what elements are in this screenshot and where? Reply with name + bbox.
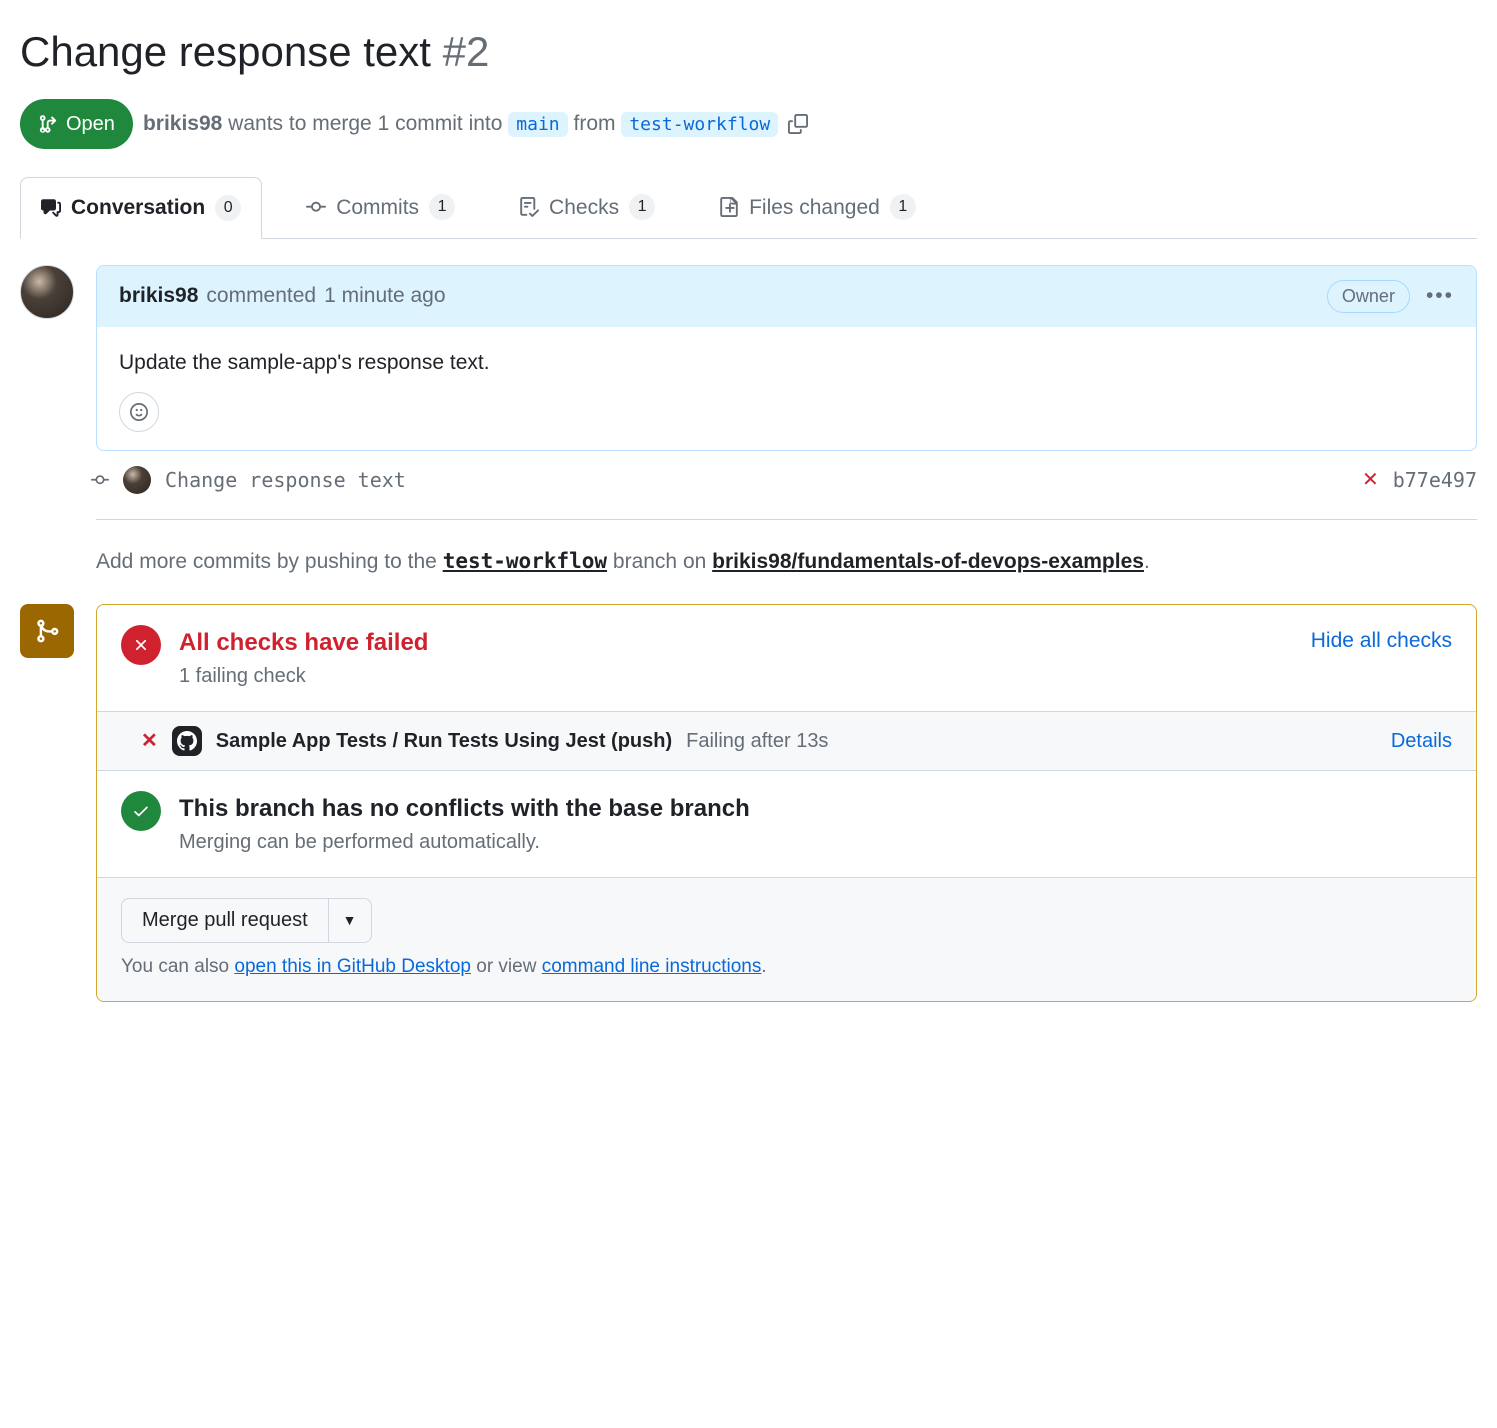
kebab-icon[interactable]: ••• (1426, 280, 1454, 312)
tab-files-changed[interactable]: Files changed 1 (699, 177, 936, 238)
avatar[interactable] (20, 265, 74, 319)
pr-comment: brikis98 commented 1 minute ago Owner ••… (96, 265, 1477, 452)
push-hint-branch: test-workflow (443, 549, 607, 573)
push-hint: Add more commits by pushing to the test-… (96, 546, 1477, 578)
conflict-title: This branch has no conflicts with the ba… (179, 791, 1452, 827)
comment-author[interactable]: brikis98 (119, 280, 198, 312)
check-details-link[interactable]: Details (1391, 726, 1452, 756)
commit-icon (91, 471, 109, 489)
open-in-desktop-link[interactable]: open this in GitHub Desktop (234, 956, 471, 977)
merge-options-dropdown[interactable]: ▼ (329, 898, 372, 943)
merge-pull-request-button[interactable]: Merge pull request (121, 898, 329, 943)
copy-icon[interactable] (788, 114, 808, 134)
add-reaction-button[interactable] (119, 392, 159, 432)
git-merge-icon (34, 618, 60, 644)
check-item: ✕ Sample App Tests / Run Tests Using Jes… (97, 712, 1476, 771)
checks-subtitle: 1 failing check (179, 661, 1293, 691)
tab-conversation[interactable]: Conversation 0 (20, 177, 262, 239)
commits-count: 1 (429, 194, 455, 220)
divider (96, 519, 1477, 520)
commit-icon (306, 197, 326, 217)
conflict-subtitle: Merging can be performed automatically. (179, 827, 1452, 857)
pr-meta-text: brikis98 wants to merge 1 commit into ma… (143, 108, 778, 140)
success-status-icon (121, 791, 161, 831)
checks-title: All checks have failed (179, 625, 1293, 661)
failed-check-icon[interactable]: ✕ (1362, 465, 1379, 495)
file-diff-icon (719, 197, 739, 217)
fail-status-icon (121, 625, 161, 665)
smiley-icon (130, 403, 148, 421)
conflict-panel: This branch has no conflicts with the ba… (97, 771, 1476, 878)
commit-sha[interactable]: b77e497 (1393, 465, 1477, 495)
checks-summary-panel: All checks have failed 1 failing check H… (97, 605, 1476, 712)
comment-time[interactable]: 1 minute ago (324, 280, 445, 312)
base-branch[interactable]: main (508, 112, 567, 137)
tab-commits[interactable]: Commits 1 (286, 177, 475, 238)
hide-checks-link[interactable]: Hide all checks (1311, 625, 1452, 657)
github-logo-icon (172, 726, 202, 756)
check-status: Failing after 13s (686, 726, 828, 756)
comment-discussion-icon (41, 198, 61, 218)
pr-number: #2 (443, 28, 490, 75)
conversation-count: 0 (215, 195, 241, 221)
timeline-commit: Change response text ✕ b77e497 (96, 451, 1477, 509)
repo-link[interactable]: brikis98/fundamentals-of-devops-examples (712, 550, 1144, 573)
pr-title-text: Change response text (20, 28, 431, 75)
checklist-icon (519, 197, 539, 217)
state-label: Open (66, 109, 115, 139)
pull-request-icon (38, 114, 58, 134)
commit-message[interactable]: Change response text (165, 465, 406, 495)
pr-title: Change response text #2 (20, 20, 1477, 83)
tab-bar: Conversation 0 Commits 1 Checks 1 Files … (20, 177, 1477, 239)
files-count: 1 (890, 194, 916, 220)
checks-count: 1 (629, 194, 655, 220)
merge-status-badge (20, 604, 74, 658)
avatar[interactable] (123, 466, 151, 494)
check-name: Sample App Tests / Run Tests Using Jest … (216, 726, 672, 756)
merge-status-box: All checks have failed 1 failing check H… (96, 604, 1477, 1003)
head-branch[interactable]: test-workflow (621, 112, 778, 137)
command-line-instructions-link[interactable]: command line instructions (542, 956, 762, 977)
pr-meta-row: Open brikis98 wants to merge 1 commit in… (20, 99, 1477, 149)
comment-body: Update the sample-app's response text. (97, 327, 1476, 393)
owner-badge: Owner (1327, 280, 1410, 313)
merge-footnote: You can also open this in GitHub Desktop… (121, 953, 1452, 982)
x-icon: ✕ (141, 726, 158, 756)
pr-author[interactable]: brikis98 (143, 112, 222, 135)
merge-action-panel: Merge pull request ▼ You can also open t… (97, 878, 1476, 1002)
tab-checks[interactable]: Checks 1 (499, 177, 675, 238)
state-badge: Open (20, 99, 133, 149)
